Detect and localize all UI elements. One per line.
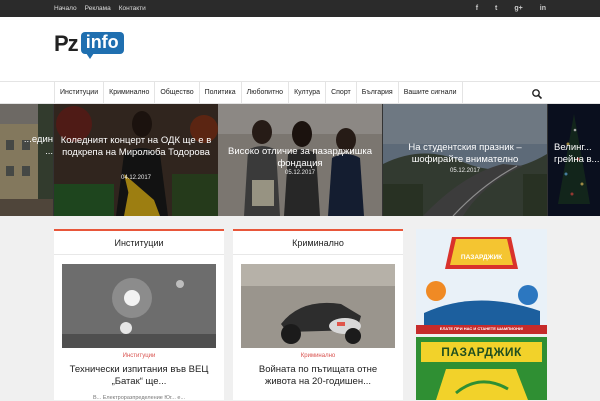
slide-4[interactable]: Велинг... грейна в... (548, 104, 600, 216)
logo-bubble: info .com (80, 32, 124, 75)
social-links: f t g+ in (476, 0, 546, 17)
search-icon[interactable] (531, 87, 543, 100)
main-nav: Институции Криминално Общество Политика … (0, 81, 600, 104)
top-link-contacts[interactable]: Контакти (119, 5, 146, 12)
slide-date-2: 05.12.2017 (284, 170, 316, 176)
featured-slider: ...един ... Коледният концерт на ОДК ще … (0, 104, 600, 216)
article-title-institutions[interactable]: Технически изпитания във ВЕЦ „Батак“ ще.… (64, 364, 214, 388)
article-image-institutions[interactable] (62, 264, 216, 348)
ad-bottom-label: ПАЗАРДЖИК (441, 345, 522, 359)
slide-title-3: На студентския празник – шофирайте внима… (408, 142, 522, 165)
linkedin-icon[interactable]: in (540, 5, 546, 12)
site-logo[interactable]: Pz info .com (54, 31, 124, 75)
nav-item-curious[interactable]: Любопитно (240, 82, 288, 104)
logo-com: .com (79, 55, 122, 75)
top-link-ads[interactable]: Реклама (85, 5, 111, 12)
article-category-crime[interactable]: Криминално (233, 353, 403, 359)
slide-title-1: Коледният концерт на ОДК ще е в подкрепа… (60, 135, 212, 158)
nav-item-culture[interactable]: Култура (288, 82, 325, 104)
nav-item-bulgaria[interactable]: България (355, 82, 398, 104)
slide-title-0: ...един ... (23, 134, 53, 157)
ad-top-slogan: ЕЛАТЕ ПРИ НАС И СТАНЕТЕ ШАМПИОНИ! (439, 326, 524, 331)
article-title-crime[interactable]: Войната по пътищата отне живота на 20-го… (243, 364, 393, 388)
slide-title-2: Високо отличие за пазарджишка фондация (228, 146, 372, 169)
section-institutions: Институции Институции Технически изпитан… (54, 229, 224, 401)
facebook-icon[interactable]: f (476, 5, 478, 12)
nav-items: Институции Криминално Общество Политика … (54, 82, 463, 104)
section-heading-crime[interactable]: Криминално (233, 231, 403, 255)
ad-banner-bottom[interactable]: ПАЗАРДЖИК (416, 337, 547, 400)
google-plus-icon[interactable]: g+ (514, 5, 522, 12)
slide-1[interactable]: Коледният концерт на ОДК ще е в подкрепа… (54, 104, 218, 216)
ad-sport-club-graphic (416, 229, 547, 334)
slide-0[interactable]: ...един ... (0, 104, 53, 216)
site-header: Pz info .com (0, 17, 600, 81)
top-bar: Начало Реклама Контакти f t g+ in (0, 0, 600, 17)
nav-item-society[interactable]: Общество (154, 82, 198, 104)
article-image-crime[interactable] (241, 264, 395, 348)
article-category-institutions[interactable]: Институции (54, 353, 224, 359)
slide-title-4: Велинг... грейна в... (554, 142, 600, 165)
ad-top-label: ПАЗАРДЖИК (460, 254, 503, 261)
article-photo-lights (62, 264, 216, 348)
nav-item-politics[interactable]: Политика (198, 82, 241, 104)
top-link-home[interactable]: Начало (54, 5, 77, 12)
slide-3[interactable]: На студентския празник – шофирайте внима… (383, 104, 547, 216)
nav-item-sport[interactable]: Спорт (325, 82, 356, 104)
nav-item-signals[interactable]: Вашите сигнали (397, 82, 463, 104)
article-excerpt-institutions: В... Електроразпределение Юг... е... (92, 395, 186, 401)
slide-2[interactable]: Високо отличие за пазарджишка фондация 0… (218, 104, 382, 216)
logo-pz: Pz (54, 31, 79, 56)
section-crime: Криминално Криминално Войната по пътищат… (233, 229, 403, 400)
slide-overlay-0 (0, 104, 53, 216)
slide-date-3: 05.12.2017 (449, 168, 481, 174)
nav-item-institutions[interactable]: Институции (54, 82, 103, 104)
twitter-icon[interactable]: t (495, 5, 497, 12)
slide-date-1: 04.12.2017 (120, 175, 152, 181)
logo-info: info (85, 32, 119, 52)
slide-overlay-1 (54, 104, 218, 216)
ad-banner-top[interactable]: ПАЗАРДЖИК ЕЛАТЕ ПРИ НАС И СТАНЕТЕ ШАМПИО… (416, 229, 547, 334)
article-photo-scooter (241, 264, 395, 348)
top-links: Начало Реклама Контакти (54, 0, 146, 17)
nav-item-crime[interactable]: Криминално (103, 82, 154, 104)
section-heading-institutions[interactable]: Институции (54, 231, 224, 255)
